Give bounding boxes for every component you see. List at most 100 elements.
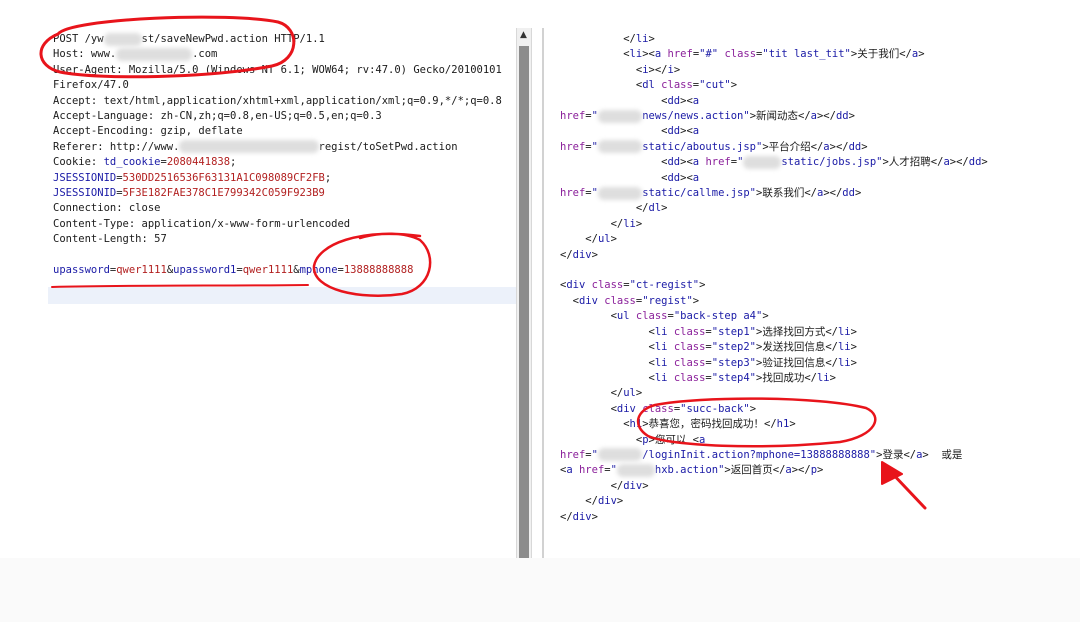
code-token: "regist" [642, 294, 693, 307]
response-line: <dd><a href="xxxxxxstatic/jobs.jsp">人才招聘… [560, 155, 1080, 170]
code-token: < [560, 356, 655, 369]
request-scrollbar[interactable]: ▲ [516, 28, 532, 558]
request-line: Host: www.xxxxxxxxxxxx.com [53, 47, 516, 62]
code-token: class [642, 402, 674, 415]
code-token: Connection: close [53, 202, 161, 215]
response-line: </li> [560, 32, 1080, 47]
redacted-text: xxxxxxx [597, 109, 643, 123]
code-token: User-Agent: Mozilla/5.0 (Windows NT 6.1;… [53, 63, 502, 76]
code-token: li [654, 325, 668, 338]
request-line: POST /ywxxxxxxst/saveNewPwd.action HTTP/… [53, 32, 516, 47]
response-pane[interactable]: </li> <li><a href="#" class="tit last_ti… [548, 28, 1080, 558]
code-token: div [572, 510, 592, 523]
redacted-text: xxxxxxx [597, 186, 643, 200]
code-token: dl [648, 202, 662, 215]
code-token: ></ [816, 110, 836, 123]
redacted-text: xxxxxxxxxxxxxxxxxxxxxx [179, 140, 319, 154]
code-token: news/news.action" [642, 110, 750, 123]
code-token: >< [680, 171, 693, 184]
code-token: li [654, 371, 668, 384]
response-text[interactable]: </li> <li><a href="#" class="tit last_ti… [548, 28, 1080, 525]
code-token: </ [560, 217, 624, 230]
request-line: Connection: close [53, 201, 516, 216]
code-token: < [560, 341, 655, 354]
code-token: td_cookie [103, 156, 161, 169]
code-token: a [692, 125, 700, 138]
code-token: dd [842, 187, 855, 200]
code-token: href [578, 464, 605, 477]
code-token: a [692, 94, 700, 107]
response-line: href="xxxxxxxnews/news.action">新闻动态</a><… [560, 109, 1080, 124]
code-token: st/saveNewPwd.action HTTP/1.1 [141, 33, 325, 45]
request-line: Content-Type: application/x-www-form-url… [53, 217, 516, 232]
code-token: > [699, 279, 706, 292]
code-token: static/jobs.jsp" [781, 156, 883, 169]
response-line: <p>您可以 <a [560, 433, 1080, 448]
code-token: li [816, 371, 830, 384]
response-line: <dd><a [560, 171, 1080, 186]
code-token: class [661, 79, 693, 92]
code-token: dd [667, 156, 681, 169]
request-text[interactable]: POST /ywxxxxxxst/saveNewPwd.action HTTP/… [0, 28, 516, 278]
scrollbar-thumb[interactable] [519, 46, 529, 558]
scroll-up-arrow-icon[interactable]: ▲ [520, 30, 527, 40]
code-token: dd [667, 94, 681, 107]
code-token: dd [667, 171, 681, 184]
code-token: > [730, 79, 738, 92]
code-token: ul [623, 387, 636, 400]
code-token: < [560, 325, 655, 338]
response-line: <dd><a [560, 94, 1080, 109]
code-token: "step1" [711, 325, 757, 338]
request-pane[interactable]: POST /ywxxxxxxst/saveNewPwd.action HTTP/… [0, 28, 516, 558]
code-token: Accept: text/html,application/xhtml+xml,… [53, 94, 502, 107]
code-token: li [654, 356, 668, 369]
code-token: >平台介绍</ [762, 140, 824, 153]
code-token: class [673, 371, 706, 384]
code-token: a [698, 433, 706, 446]
response-line: <div class="succ-back"> [560, 402, 1080, 417]
code-token: " [610, 464, 617, 477]
code-token: dd [848, 140, 862, 153]
request-line [53, 248, 516, 263]
code-token: upassword [53, 264, 110, 277]
request-line: Accept: text/html,application/xhtml+xml,… [53, 94, 516, 109]
code-token: > [642, 479, 649, 492]
response-line: </div> [560, 248, 1080, 263]
code-token: ></ [823, 187, 843, 200]
code-token: h1 [776, 418, 790, 431]
code-token: "succ-back" [680, 402, 750, 415]
code-token: </ [560, 202, 649, 215]
code-token: < [560, 171, 668, 184]
request-line: Cookie: td_cookie=2080441838; [53, 155, 516, 170]
code-token: > [861, 140, 868, 153]
code-token: /loginInit.action?mphone=13888888888" [642, 448, 877, 461]
code-token: h1 [629, 418, 643, 431]
code-token: li [837, 325, 851, 338]
code-token: > [854, 187, 862, 200]
code-token: >登录</ [876, 448, 917, 461]
code-token: </ [560, 248, 573, 261]
response-line: </div> [560, 494, 1080, 509]
response-line: </ul> [560, 386, 1080, 401]
code-token: class [673, 341, 706, 354]
code-token: Accept-Encoding: gzip, deflate [53, 125, 243, 138]
code-token: > [591, 248, 598, 261]
code-token: div [572, 248, 592, 261]
response-line: <li><a href="#" class="tit last_tit">关于我… [560, 47, 1080, 62]
redacted-text: xxxxxx [743, 155, 782, 169]
redacted-text: xxxxxxxxxxxx [116, 47, 193, 61]
code-token: > [762, 310, 769, 323]
code-token: a [692, 171, 700, 184]
code-token: class [673, 356, 706, 369]
code-token: li [837, 356, 851, 369]
pane-divider[interactable] [542, 28, 544, 558]
code-token: 5F3E182FAE378C1E799342C059F923B9 [122, 187, 325, 200]
code-token: > [918, 48, 925, 61]
code-token: div [578, 294, 598, 307]
code-token: Content-Type: application/x-www-form-url… [53, 217, 351, 230]
code-token: ></ [791, 464, 811, 477]
code-token: "step3" [711, 356, 757, 369]
code-token: div [597, 495, 617, 508]
code-token: > 或是 [922, 448, 963, 461]
code-token: dl [642, 79, 655, 92]
